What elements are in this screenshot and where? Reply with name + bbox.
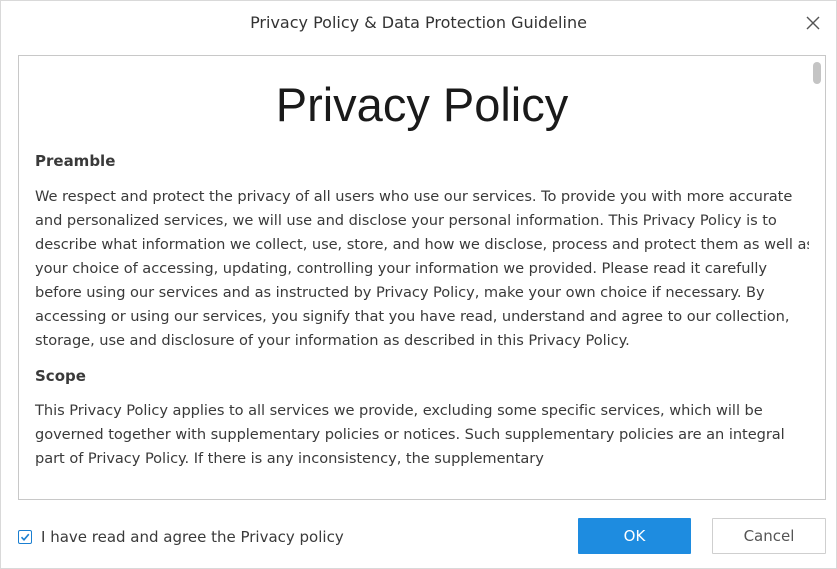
section-text-preamble: We respect and protect the privacy of al… xyxy=(35,188,809,349)
vertical-scrollbar[interactable] xyxy=(809,56,825,499)
ok-button[interactable]: OK xyxy=(578,518,691,554)
document-title: Privacy Policy xyxy=(275,78,569,131)
close-icon xyxy=(806,16,820,30)
window-title: Privacy Policy & Data Protection Guideli… xyxy=(250,13,587,32)
section-heading-preamble: Preamble xyxy=(35,152,116,170)
cancel-button[interactable]: Cancel xyxy=(712,518,826,554)
policy-content-frame[interactable]: Privacy Policy Preamble We respect and p… xyxy=(18,55,826,500)
agree-checkbox-row[interactable]: I have read and agree the Privacy policy xyxy=(18,528,344,546)
privacy-dialog: Privacy Policy & Data Protection Guideli… xyxy=(0,0,837,569)
agree-checkbox-label: I have read and agree the Privacy policy xyxy=(41,528,344,546)
title-bar: Privacy Policy & Data Protection Guideli… xyxy=(1,1,836,47)
checkmark-icon xyxy=(20,533,30,541)
close-button[interactable] xyxy=(800,10,826,36)
policy-document: Privacy Policy Preamble We respect and p… xyxy=(19,56,809,499)
section-heading-scope: Scope xyxy=(35,367,86,385)
section-text-scope: This Privacy Policy applies to all servi… xyxy=(35,402,785,467)
agree-checkbox[interactable] xyxy=(18,530,32,544)
scrollbar-thumb[interactable] xyxy=(813,62,821,84)
